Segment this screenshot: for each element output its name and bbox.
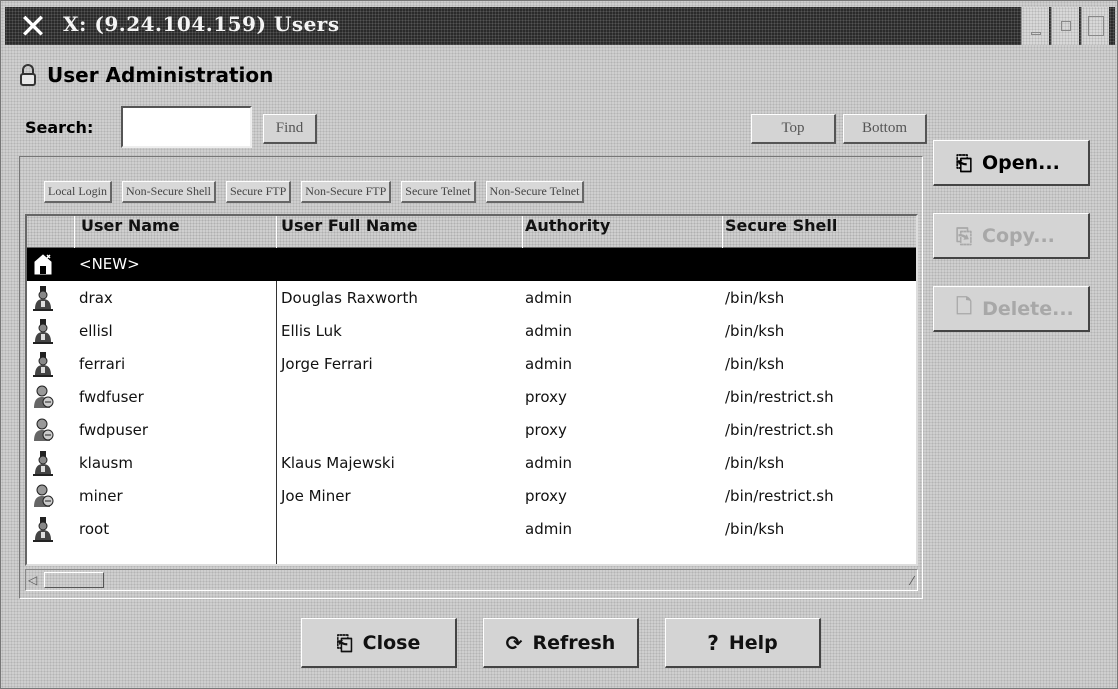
- toggle-secure-telnet[interactable]: Secure Telnet: [401, 181, 476, 203]
- page-title: User Administration: [47, 63, 274, 87]
- cell-user-name: drax: [79, 289, 113, 307]
- refresh-button[interactable]: ⟳ Refresh: [483, 618, 639, 668]
- cell-secure-shell: /bin/restrict.sh: [725, 487, 834, 505]
- close-label: Close: [362, 631, 421, 654]
- cell-user-name: ellisl: [79, 322, 113, 340]
- cell-secure-shell: /bin/ksh: [725, 322, 785, 340]
- cell-secure-shell: /bin/ksh: [725, 454, 785, 472]
- window-controls: [1019, 7, 1109, 45]
- column-separator: [276, 281, 277, 564]
- cell-user-name: ferrari: [79, 355, 126, 373]
- cell-authority: admin: [525, 355, 572, 373]
- users-table[interactable]: User Name User Full Name Authority Secur…: [25, 214, 918, 566]
- cell-user-full-name: Joe Miner: [281, 487, 351, 505]
- cell-secure-shell: /bin/restrict.sh: [725, 421, 834, 439]
- maximize-icon: [1087, 16, 1104, 36]
- help-icon: ?: [707, 630, 719, 655]
- window-title: X: (9.24.104.159) Users: [63, 12, 340, 36]
- cell-secure-shell: /bin/restrict.sh: [725, 388, 834, 406]
- cell-authority: proxy: [525, 388, 567, 406]
- cell-user-full-name: Jorge Ferrari: [281, 355, 373, 373]
- column-toggle-bar: Local Login Non-Secure Shell Secure FTP …: [44, 181, 585, 203]
- refresh-label: Refresh: [532, 631, 616, 654]
- table-row[interactable]: ferrari Jorge Ferrari admin/bin/ksh: [27, 348, 916, 381]
- cell-authority: proxy: [525, 421, 567, 439]
- cell-secure-shell: /bin/ksh: [725, 289, 785, 307]
- table-row[interactable]: fwdfuser proxy/bin/restrict.sh: [27, 381, 916, 414]
- cell-user-name: root: [79, 520, 110, 538]
- new-user-icon: [34, 254, 52, 275]
- cell-user-full-name: Klaus Majewski: [281, 454, 395, 472]
- search-label: Search:: [25, 118, 94, 137]
- top-button[interactable]: Top: [751, 114, 836, 144]
- table-row-new[interactable]: <NEW>: [27, 248, 916, 281]
- header-user-name[interactable]: User Name: [75, 216, 277, 248]
- table-row[interactable]: ellisl Ellis Luk admin/bin/ksh: [27, 315, 916, 348]
- delete-icon: 🗋: [956, 293, 973, 318]
- table-row[interactable]: root admin/bin/ksh: [27, 513, 916, 546]
- header-user-full-name[interactable]: User Full Name: [277, 216, 523, 248]
- delete-label: Delete...: [982, 297, 1074, 320]
- close-door-icon: ⎗: [336, 630, 353, 655]
- toggle-non-secure-ftp[interactable]: Non-Secure FTP: [301, 181, 392, 203]
- table-header: User Name User Full Name Authority Secur…: [27, 216, 916, 248]
- restore-icon: [1060, 21, 1071, 31]
- refresh-icon: ⟳: [505, 630, 523, 655]
- x-window-icon[interactable]: ✕: [13, 10, 53, 44]
- cell-user-name: fwdfuser: [79, 388, 144, 406]
- scroll-thumb[interactable]: [44, 572, 104, 588]
- users-table-panel: Local Login Non-Secure Shell Secure FTP …: [19, 156, 923, 599]
- cell-authority: admin: [525, 520, 572, 538]
- help-label: Help: [728, 631, 778, 654]
- minimize-icon: [1030, 31, 1041, 35]
- toggle-non-secure-shell[interactable]: Non-Secure Shell: [121, 181, 216, 203]
- table-row[interactable]: miner Joe Miner proxy/bin/restrict.sh: [27, 480, 916, 513]
- header-secure-shell[interactable]: Secure Shell: [723, 216, 916, 248]
- cell-user-name: fwdpuser: [79, 421, 149, 439]
- cell-authority: admin: [525, 454, 572, 472]
- maximize-button[interactable]: [1081, 7, 1109, 45]
- cell-secure-shell: /bin/ksh: [725, 520, 785, 538]
- cell-user-name: klausm: [79, 454, 133, 472]
- cell-user-full-name: Ellis Luk: [281, 322, 342, 340]
- resize-grip-icon[interactable]: ⁄: [911, 574, 913, 588]
- open-icon: ⎗: [956, 150, 972, 175]
- open-label: Open...: [982, 151, 1060, 174]
- users-window: ✕ X: (9.24.104.159) Users User Administr…: [0, 0, 1118, 689]
- toggle-local-login[interactable]: Local Login: [44, 181, 112, 203]
- table-row[interactable]: fwdpuser proxy/bin/restrict.sh: [27, 414, 916, 447]
- header-icon-column: [27, 216, 75, 248]
- toggle-secure-ftp[interactable]: Secure FTP: [225, 181, 292, 203]
- delete-button[interactable]: 🗋 Delete...: [933, 286, 1090, 332]
- header-authority[interactable]: Authority: [523, 216, 723, 248]
- table-row[interactable]: drax Douglas Raxworth admin/bin/ksh: [27, 282, 916, 315]
- bottom-button[interactable]: Bottom: [843, 114, 927, 144]
- close-button[interactable]: ⎗ Close: [301, 618, 457, 668]
- copy-label: Copy...: [982, 224, 1055, 247]
- copy-button[interactable]: ⎘ Copy...: [933, 213, 1090, 259]
- open-button[interactable]: ⎗ Open...: [933, 140, 1090, 186]
- search-input[interactable]: [121, 106, 252, 148]
- table-row[interactable]: klausm Klaus Majewski admin/bin/ksh: [27, 447, 916, 480]
- find-button[interactable]: Find: [263, 114, 317, 144]
- lock-icon: [19, 64, 37, 86]
- toggle-non-secure-telnet[interactable]: Non-Secure Telnet: [485, 181, 585, 203]
- scroll-left-icon[interactable]: ◁: [28, 572, 42, 588]
- minimize-button[interactable]: [1021, 7, 1049, 45]
- cell-user-full-name: Douglas Raxworth: [281, 289, 418, 307]
- cell-authority: admin: [525, 322, 572, 340]
- cell-user-name: miner: [79, 487, 123, 505]
- new-entry-label: <NEW>: [79, 255, 140, 273]
- cell-secure-shell: /bin/ksh: [725, 355, 785, 373]
- restore-button[interactable]: [1051, 7, 1079, 45]
- page-header: User Administration: [19, 63, 273, 87]
- title-bar[interactable]: ✕ X: (9.24.104.159) Users: [5, 7, 1115, 45]
- cell-authority: admin: [525, 289, 572, 307]
- help-button[interactable]: ? Help: [665, 618, 821, 668]
- copy-icon: ⎘: [956, 223, 972, 248]
- cell-authority: proxy: [525, 487, 567, 505]
- horizontal-scrollbar[interactable]: ◁ ⁄: [25, 569, 918, 591]
